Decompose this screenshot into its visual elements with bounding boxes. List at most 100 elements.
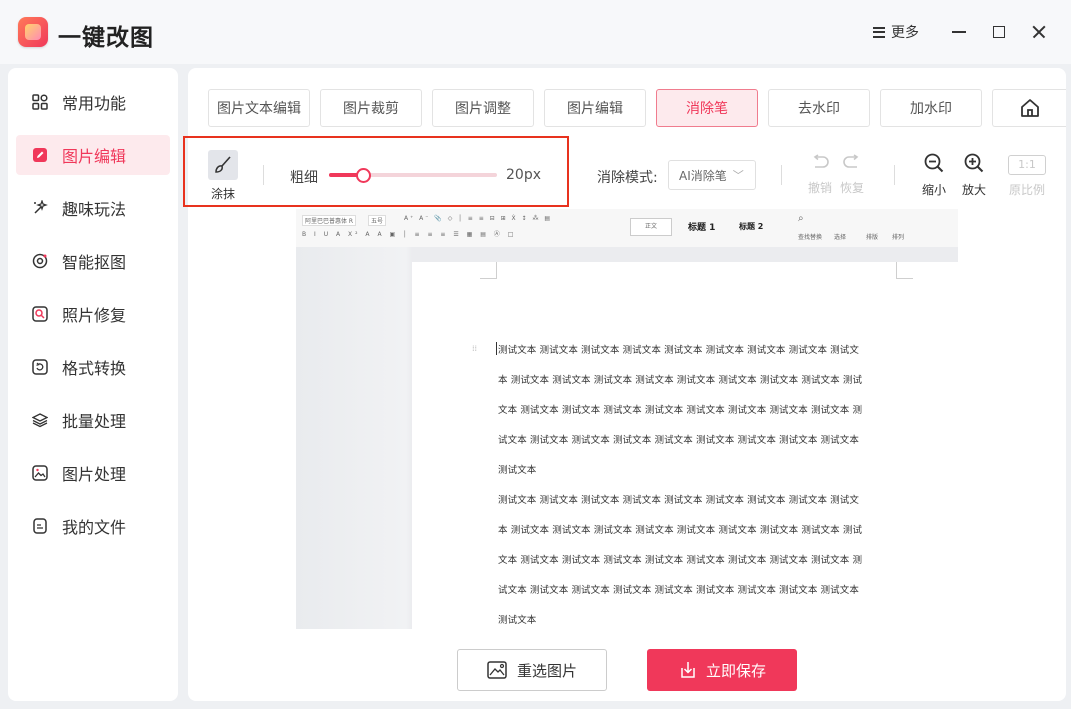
ribbon-format-row2: B I U A X² A A ▣ │ ≡ ≡ ≡ ☰ ▦ ▤ Ⓐ □ — [302, 231, 517, 238]
ribbon-font-name: 阿里巴巴普惠体 R — [302, 215, 357, 226]
download-icon — [681, 662, 695, 678]
brush-size-value: 20px — [506, 167, 541, 183]
doc-line: 试文本 测试文本 测试文本 测试文本 测试文本 测试文本 测试文本 测试文本 测… — [498, 435, 859, 446]
redo-label: 恢复 — [840, 181, 865, 195]
document-page: ⁞⁞ 测试文本 测试文本 测试文本 测试文本 测试文本 测试文本 测试文本 测试… — [412, 262, 958, 629]
ribbon-style-h2: 标题 2 — [739, 222, 764, 231]
undo-label: 撤销 — [808, 181, 833, 195]
close-button[interactable] — [1027, 20, 1051, 44]
sidebar-item-label: 常用功能 — [62, 94, 127, 113]
save-label: 立即保存 — [705, 661, 766, 680]
tab-image-text-edit[interactable]: 图片文本编辑 — [208, 89, 310, 127]
crop-mark — [896, 262, 913, 279]
sidebar-item-label: 趣味玩法 — [62, 200, 127, 219]
target-icon — [32, 253, 48, 269]
brush-icon — [208, 150, 238, 180]
image-canvas[interactable]: 阿里巴巴普惠体 R 五号 A⁺ A⁻ 📎 ◇ │ ≡ ≡ ⊟ ⊞ Ẋ ↕ ⁂ ▤… — [296, 209, 958, 629]
doc-line: 文本 测试文本 测试文本 测试文本 测试文本 测试文本 测试文本 测试文本 测试… — [498, 405, 863, 416]
zoom-in-icon — [964, 153, 984, 173]
original-ratio-button[interactable]: 1:1 原比例 — [1008, 155, 1046, 198]
undo-icon — [813, 154, 829, 168]
tab-eraser-pen[interactable]: 消除笔 — [656, 89, 758, 127]
slider-thumb[interactable] — [355, 168, 371, 183]
tab-label: 图片调整 — [455, 101, 511, 117]
sidebar-item-image-process[interactable]: 图片处理 — [16, 453, 170, 493]
zoom-out-icon — [924, 153, 944, 173]
file-icon — [32, 518, 48, 534]
save-now-button[interactable]: 立即保存 — [647, 649, 797, 691]
sidebar-item-fun[interactable]: 趣味玩法 — [16, 188, 170, 228]
text-cursor — [496, 342, 497, 355]
ribbon-select: 选择 — [834, 234, 847, 241]
home-icon — [1020, 99, 1039, 117]
tab-remove-watermark[interactable]: 去水印 — [768, 89, 870, 127]
doc-line: 测试文本 测试文本 测试文本 测试文本 测试文本 测试文本 测试文本 测试文本 … — [498, 345, 859, 356]
tab-label: 加水印 — [910, 101, 952, 117]
zoom-in-button[interactable]: 放大 — [962, 152, 986, 198]
sidebar-item-format-convert[interactable]: 格式转换 — [16, 347, 170, 387]
ratio-badge: 1:1 — [1008, 155, 1046, 175]
ribbon-sort: 排版 — [866, 234, 879, 241]
grid-icon — [32, 94, 48, 110]
more-label: 更多 — [891, 25, 919, 41]
reselect-label: 重选图片 — [516, 661, 577, 680]
divider — [263, 165, 264, 185]
tab-image-edit[interactable]: 图片编辑 — [544, 89, 646, 127]
home-button[interactable] — [992, 89, 1066, 127]
tab-add-watermark[interactable]: 加水印 — [880, 89, 982, 127]
ribbon-arrange: 排列 — [892, 234, 905, 241]
sidebar-item-image-edit[interactable]: 图片编辑 — [16, 135, 170, 175]
tab-image-adjust[interactable]: 图片调整 — [432, 89, 534, 127]
sidebar-item-label: 我的文件 — [62, 518, 127, 537]
zoom-in-label: 放大 — [962, 183, 987, 197]
convert-icon — [32, 359, 48, 375]
doc-line: 本 测试文本 测试文本 测试文本 测试文本 测试文本 测试文本 测试文本 测试文… — [498, 375, 863, 386]
divider — [781, 165, 782, 185]
tab-image-crop[interactable]: 图片裁剪 — [320, 89, 422, 127]
doc-line: 本 测试文本 测试文本 测试文本 测试文本 测试文本 测试文本 测试文本 测试文… — [498, 525, 863, 536]
title-bar: 一键改图 更多 — [0, 0, 1071, 64]
image-icon — [32, 465, 48, 481]
sidebar-item-label: 智能抠图 — [62, 253, 127, 272]
sidebar-item-photo-repair[interactable]: 照片修复 — [16, 294, 170, 334]
reselect-image-button[interactable]: 重选图片 — [457, 649, 607, 691]
edit-icon — [32, 147, 48, 163]
sidebar-item-common[interactable]: 常用功能 — [16, 82, 170, 122]
original-ratio-label: 原比例 — [1008, 183, 1045, 197]
sidebar-item-label: 照片修复 — [62, 306, 127, 325]
ribbon-find-replace: 查找替换 — [798, 234, 823, 241]
sparkle-icon — [32, 200, 48, 216]
drag-handle-icon: ⁞⁞ — [472, 344, 478, 353]
main-panel: 图片文本编辑 图片裁剪 图片调整 图片编辑 消除笔 去水印 加水印 涂抹 粗细 … — [183, 68, 1066, 701]
zoom-out-button[interactable]: 缩小 — [922, 152, 946, 198]
redo-icon — [843, 154, 859, 168]
doc-line: 测试文本 — [498, 465, 537, 476]
sidebar-item-my-files[interactable]: 我的文件 — [16, 506, 170, 546]
ribbon-style-h1: 标题 1 — [688, 223, 716, 233]
tab-label: 图片编辑 — [567, 101, 623, 117]
minimize-button[interactable] — [947, 20, 971, 44]
more-menu-button[interactable]: 更多 — [873, 22, 919, 42]
undo-button[interactable]: 撤销 — [808, 154, 832, 196]
tab-label: 消除笔 — [686, 101, 728, 117]
brush-size-slider[interactable] — [329, 168, 497, 183]
app-title: 一键改图 — [58, 25, 154, 51]
document-ribbon: 阿里巴巴普惠体 R 五号 A⁺ A⁻ 📎 ◇ │ ≡ ≡ ⊟ ⊞ Ẋ ↕ ⁂ ▤… — [296, 209, 958, 248]
redo-button[interactable]: 恢复 — [840, 154, 864, 196]
tab-label: 图片文本编辑 — [217, 101, 301, 117]
smear-tool-button[interactable]: 涂抹 — [208, 150, 238, 202]
doc-line: 文本 测试文本 测试文本 测试文本 测试文本 测试文本 测试文本 测试文本 测试… — [498, 555, 863, 566]
doc-line: 测试文本 测试文本 测试文本 测试文本 测试文本 测试文本 测试文本 测试文本 … — [498, 495, 859, 506]
erase-mode-value: AI消除笔 — [679, 168, 727, 183]
sidebar-item-smart-cutout[interactable]: 智能抠图 — [16, 241, 170, 281]
sidebar-item-label: 图片处理 — [62, 465, 127, 484]
image-icon — [487, 661, 507, 679]
ribbon-search-icon: ⌕ — [798, 213, 804, 224]
maximize-button[interactable] — [987, 20, 1011, 44]
layers-icon — [32, 412, 48, 428]
chevron-down-icon: ﹀ — [732, 169, 744, 182]
sidebar-item-batch[interactable]: 批量处理 — [16, 400, 170, 440]
ribbon-font-size: 五号 — [368, 215, 387, 226]
divider — [894, 165, 895, 185]
erase-mode-select[interactable]: AI消除笔 ﹀ — [668, 160, 756, 190]
